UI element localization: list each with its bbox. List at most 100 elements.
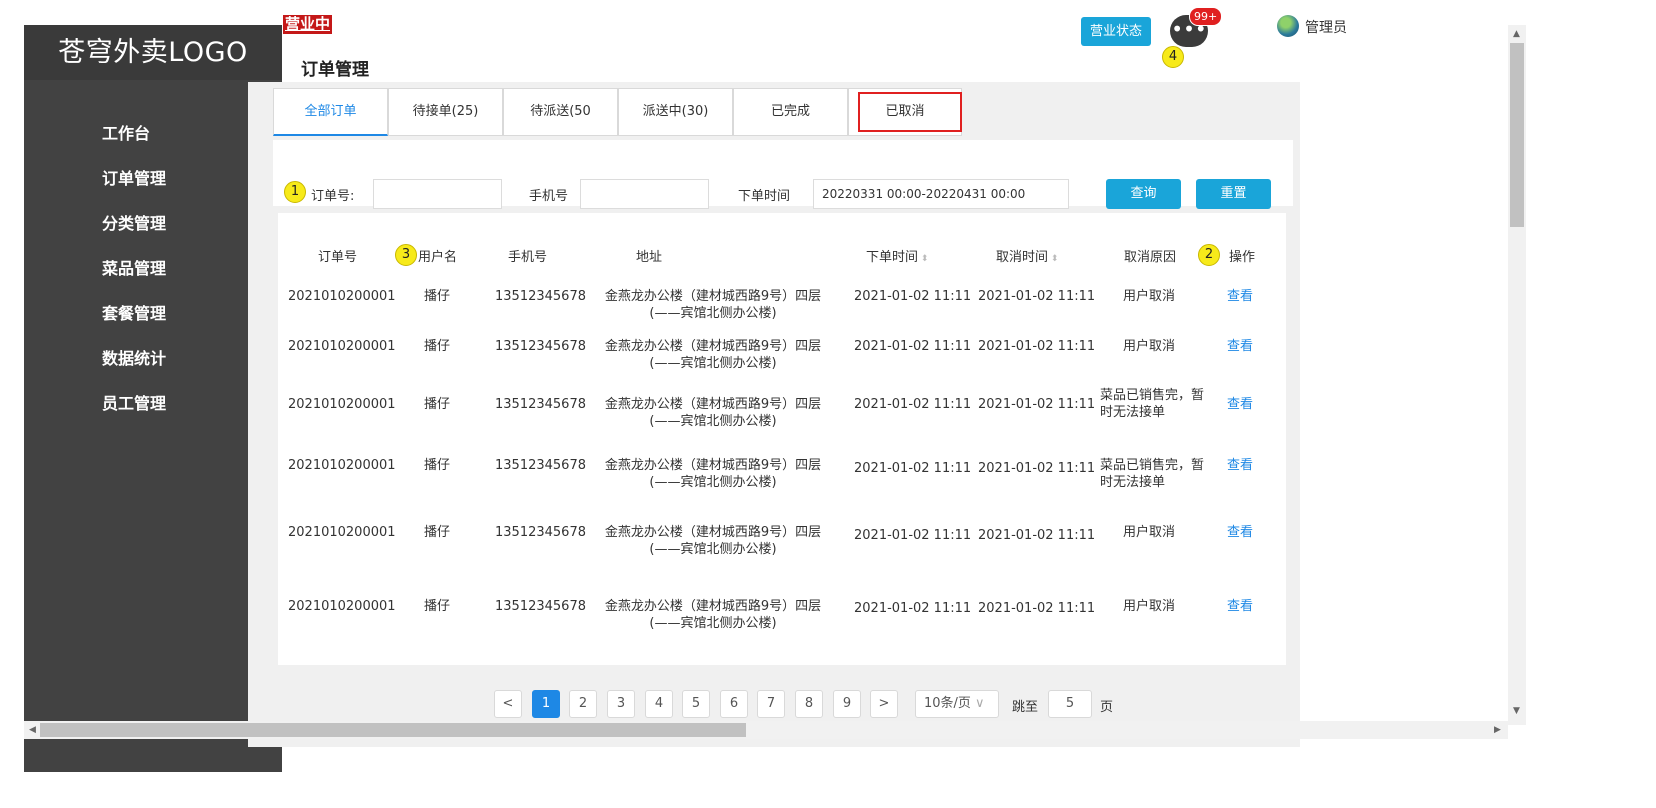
cell-cancel-reason: 用户取消	[1123, 289, 1176, 304]
cell-order-time: 2021-01-02 11:11	[854, 528, 972, 543]
scroll-left-icon[interactable]: ◀	[29, 725, 36, 735]
sidebar-item-categories[interactable]: 分类管理	[102, 210, 166, 234]
cell-cancel-time: 2021-01-02 11:11	[978, 397, 1096, 412]
scroll-right-icon[interactable]: ▶	[1494, 725, 1501, 735]
page-button-8[interactable]: 8	[795, 690, 823, 718]
cell-phone: 13512345678	[495, 339, 586, 354]
col-header-order-time-label: 下单时间	[866, 250, 919, 265]
cell-address: 金燕龙办公楼（建材城西路9号）四层 (——宾馆北侧办公楼)	[590, 396, 836, 430]
order-no-label: 订单号:	[311, 189, 355, 204]
cell-order-time: 2021-01-02 11:11	[854, 461, 972, 476]
sidebar-item-employees[interactable]: 员工管理	[102, 390, 166, 414]
view-link[interactable]: 查看	[1227, 338, 1253, 355]
view-link[interactable]: 查看	[1227, 598, 1253, 615]
cell-order-no: 2021010200001	[288, 339, 396, 354]
order-no-input[interactable]	[373, 179, 502, 209]
col-header-order-time[interactable]: 下单时间 ⬍	[866, 246, 928, 265]
page-button-5[interactable]: 5	[682, 690, 710, 718]
view-link[interactable]: 查看	[1227, 524, 1253, 541]
page-button-2[interactable]: 2	[569, 690, 597, 718]
cell-address-line1: 金燕龙办公楼（建材城西路9号）四层	[604, 397, 822, 412]
page-button-9[interactable]: 9	[833, 690, 861, 718]
col-header-cancel-time-label: 取消时间	[996, 250, 1049, 265]
cell-address: 金燕龙办公楼（建材城西路9号）四层 (——宾馆北侧办公楼)	[590, 338, 836, 372]
cell-cancel-reason: 用户取消	[1123, 339, 1176, 354]
scroll-down-icon[interactable]: ▼	[1513, 706, 1520, 716]
cell-cancel-time: 2021-01-02 11:11	[978, 289, 1096, 304]
cell-address-line1: 金燕龙办公楼（建材城西路9号）四层	[604, 289, 822, 304]
cell-address: 金燕龙办公楼（建材城西路9号）四层 (——宾馆北侧办公楼)	[590, 598, 836, 632]
col-header-user: 用户名	[418, 250, 458, 265]
cell-cancel-reason-line2: 时无法接单	[1100, 405, 1166, 420]
user-name[interactable]: 管理员	[1305, 17, 1347, 37]
chevron-down-icon: ∨	[974, 696, 985, 711]
col-header-cancel-time[interactable]: 取消时间 ⬍	[996, 246, 1058, 265]
cell-phone: 13512345678	[495, 397, 586, 412]
sidebar-item-workbench[interactable]: 工作台	[102, 120, 150, 144]
avatar[interactable]	[1277, 15, 1299, 37]
cell-order-no: 2021010200001	[288, 525, 396, 540]
phone-label: 手机号	[529, 189, 569, 204]
sort-icon[interactable]: ⬍	[918, 254, 929, 264]
cell-cancel-time: 2021-01-02 11:11	[978, 528, 1096, 543]
page-button-3[interactable]: 3	[607, 690, 635, 718]
cell-address-line1: 金燕龙办公楼（建材城西路9号）四层	[604, 599, 822, 614]
business-status-button[interactable]: 营业状态	[1081, 17, 1151, 46]
col-header-address: 地址	[636, 250, 663, 265]
view-link[interactable]: 查看	[1227, 288, 1253, 305]
page-title: 订单管理	[301, 60, 369, 80]
cell-address-line1: 金燕龙办公楼（建材城西路9号）四层	[604, 458, 822, 473]
phone-input[interactable]	[580, 179, 709, 209]
message-count-badge: 99+	[1189, 7, 1223, 26]
logo: 苍穹外卖LOGO	[24, 25, 282, 80]
page-button-1[interactable]: 1	[532, 690, 560, 718]
vertical-scrollbar-thumb[interactable]	[1510, 43, 1524, 227]
annotation-marker-1: 1	[284, 181, 306, 203]
scroll-up-icon[interactable]: ▲	[1513, 29, 1520, 39]
order-time-range-input[interactable]: 20220331 00:00-20220431 00:00	[813, 179, 1069, 209]
cell-cancel-reason-line1: 菜品已销售完，暂	[1100, 388, 1205, 403]
search-button[interactable]: 查询	[1106, 179, 1181, 209]
tab-delivering[interactable]: 派送中(30)	[618, 88, 733, 136]
cell-cancel-reason-line1: 菜品已销售完，暂	[1100, 458, 1205, 473]
sort-icon[interactable]: ⬍	[1048, 254, 1059, 264]
tab-completed[interactable]: 已完成	[733, 88, 848, 136]
cell-cancel-time: 2021-01-02 11:11	[978, 461, 1096, 476]
sidebar-item-statistics[interactable]: 数据统计	[102, 345, 166, 369]
page-suffix-label: 页	[1100, 700, 1114, 715]
cell-cancel-reason: 菜品已销售完，暂 时无法接单	[1100, 387, 1204, 421]
cell-order-time: 2021-01-02 11:11	[854, 289, 972, 304]
jump-page-input[interactable]: 5	[1048, 690, 1092, 718]
cell-order-no: 2021010200001	[288, 397, 396, 412]
cell-address-line2: (——宾馆北侧办公楼)	[649, 356, 777, 371]
page-button-7[interactable]: 7	[757, 690, 785, 718]
sidebar-item-setmeals[interactable]: 套餐管理	[102, 300, 166, 324]
page-button-4[interactable]: 4	[645, 690, 673, 718]
page-size-label: 10条/页	[924, 696, 971, 711]
sidebar-item-dishes[interactable]: 菜品管理	[102, 255, 166, 279]
tab-cancelled-highlight	[858, 92, 962, 132]
sidebar-item-orders[interactable]: 订单管理	[102, 165, 166, 189]
prev-page-button[interactable]: <	[494, 690, 522, 718]
cell-order-no: 2021010200001	[288, 458, 396, 473]
cell-order-time: 2021-01-02 11:11	[854, 397, 972, 412]
tab-all-orders[interactable]: 全部订单	[273, 88, 388, 136]
col-header-cancel-reason: 取消原因	[1124, 250, 1177, 265]
tab-pending-accept[interactable]: 待接单(25)	[388, 88, 503, 136]
cell-phone: 13512345678	[495, 458, 586, 473]
view-link[interactable]: 查看	[1227, 457, 1253, 474]
page-button-6[interactable]: 6	[720, 690, 748, 718]
cell-user: 播仔	[424, 458, 451, 473]
cell-order-time: 2021-01-02 11:11	[854, 339, 972, 354]
view-link[interactable]: 查看	[1227, 396, 1253, 413]
annotation-marker-4: 4	[1162, 46, 1184, 68]
page-size-select[interactable]: 10条/页 ∨	[915, 690, 999, 718]
col-header-phone: 手机号	[508, 250, 548, 265]
next-page-button[interactable]: >	[870, 690, 898, 718]
cell-order-no: 2021010200001	[288, 289, 396, 304]
horizontal-scrollbar-thumb[interactable]	[40, 723, 746, 737]
reset-button[interactable]: 重置	[1196, 179, 1271, 209]
cell-address: 金燕龙办公楼（建材城西路9号）四层 (——宾馆北侧办公楼)	[590, 524, 836, 558]
tab-pending-delivery[interactable]: 待派送(50	[503, 88, 618, 136]
cell-address: 金燕龙办公楼（建材城西路9号）四层 (——宾馆北侧办公楼)	[590, 457, 836, 491]
